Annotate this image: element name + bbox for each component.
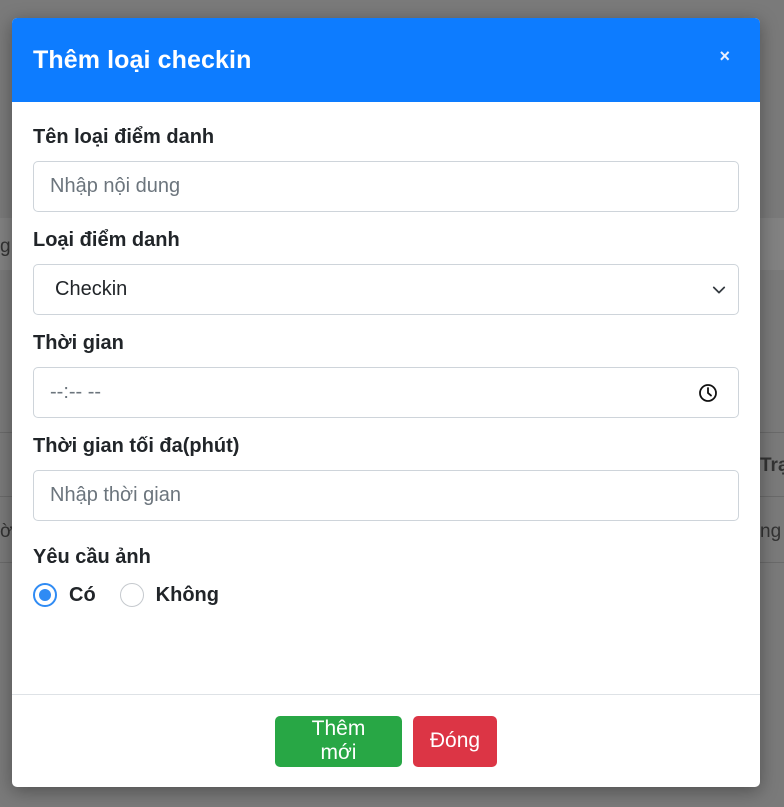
background-text: g (0, 236, 11, 257)
add-checkin-type-modal: Thêm loại checkin × Tên loại điểm danh N… (12, 18, 760, 787)
radio-dot (39, 589, 51, 601)
radio-no[interactable] (119, 583, 144, 607)
radio-yes[interactable] (33, 583, 57, 607)
modal-footer: Thêm mới Đóng (12, 694, 760, 787)
time-input-value: --:-- -- (50, 381, 102, 403)
type-label: Loại điểm danh (33, 229, 180, 251)
type-select-value: Checkin (55, 278, 128, 300)
close-icon[interactable]: × (719, 47, 730, 65)
max-time-input-placeholder: Nhập thời gian (50, 484, 181, 506)
modal-title: Thêm loại checkin (33, 45, 252, 74)
modal-header: Thêm loại checkin × (12, 18, 760, 102)
clock-icon[interactable] (698, 383, 718, 403)
add-button[interactable]: Thêm mới (275, 715, 402, 767)
time-label: Thời gian (33, 332, 124, 354)
max-time-input[interactable]: Nhập thời gian (33, 470, 739, 521)
type-select[interactable]: Checkin (33, 264, 739, 315)
name-input[interactable]: Nhập nội dung (33, 161, 739, 212)
photo-required-label: Yêu cầu ảnh (33, 546, 151, 568)
background-text: ng (760, 521, 782, 542)
name-input-placeholder: Nhập nội dung (50, 175, 181, 197)
chevron-down-icon (712, 286, 726, 293)
radio-no-label[interactable]: Không (156, 584, 219, 607)
modal-body: Tên loại điểm danh Nhập nội dung Loại đi… (12, 102, 760, 607)
max-time-label: Thời gian tối đa(phút) (33, 435, 240, 457)
photo-required-group: Có Không (33, 583, 739, 607)
close-button[interactable]: Đóng (413, 715, 497, 767)
radio-yes-label[interactable]: Có (69, 584, 96, 607)
time-input[interactable]: --:-- -- (33, 367, 739, 418)
background-text: Trạ (760, 455, 784, 476)
name-label: Tên loại điểm danh (33, 126, 215, 148)
